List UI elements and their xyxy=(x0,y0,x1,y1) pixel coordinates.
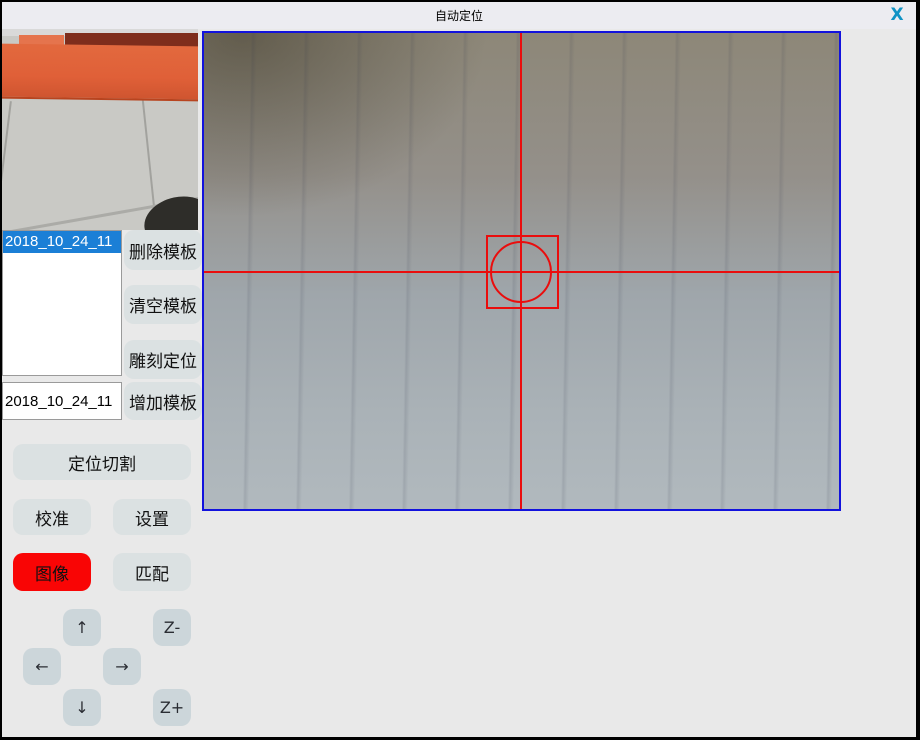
add-template-button[interactable]: 增加模板 xyxy=(124,382,202,420)
engrave-position-button[interactable]: 雕刻定位 xyxy=(124,340,202,379)
settings-button[interactable]: 设置 xyxy=(113,499,191,535)
thumb-tile-line xyxy=(142,99,157,219)
image-button[interactable]: 图像 xyxy=(13,553,91,591)
template-thumbnail-image xyxy=(2,29,198,230)
title-bar: 自动定位 xyxy=(2,2,916,29)
match-button[interactable]: 匹配 xyxy=(113,553,191,591)
thumb-orange-beam xyxy=(2,44,198,102)
delete-template-button[interactable]: 删除模板 xyxy=(124,230,202,270)
jog-z-minus-button[interactable]: Z- xyxy=(153,609,191,646)
thumb-tile-line xyxy=(2,101,12,181)
camera-view[interactable] xyxy=(202,31,841,511)
thumb-dark-blob xyxy=(140,190,198,230)
roi-circle-overlay xyxy=(490,241,552,303)
template-name-input[interactable] xyxy=(2,382,122,420)
calibrate-button[interactable]: 校准 xyxy=(13,499,91,535)
close-icon[interactable]: X xyxy=(886,4,908,26)
jog-z-plus-button[interactable]: Z+ xyxy=(153,689,191,726)
dialog-title: 自动定位 xyxy=(435,7,483,24)
clear-template-button[interactable]: 清空模板 xyxy=(124,285,202,324)
jog-left-arrow-icon[interactable]: ← xyxy=(23,648,61,685)
jog-down-arrow-icon[interactable]: ↓ xyxy=(63,689,101,726)
jog-up-arrow-icon[interactable]: ↑ xyxy=(63,609,101,646)
position-cut-button[interactable]: 定位切割 xyxy=(13,444,191,480)
auto-positioning-dialog: 自动定位 X 2018_10_24_11 删除模板 清空模板 雕刻定位 增加模板… xyxy=(0,0,920,740)
template-list-item[interactable]: 2018_10_24_11 xyxy=(3,231,121,253)
template-list[interactable]: 2018_10_24_11 xyxy=(2,230,122,376)
jog-right-arrow-icon[interactable]: → xyxy=(103,648,141,685)
